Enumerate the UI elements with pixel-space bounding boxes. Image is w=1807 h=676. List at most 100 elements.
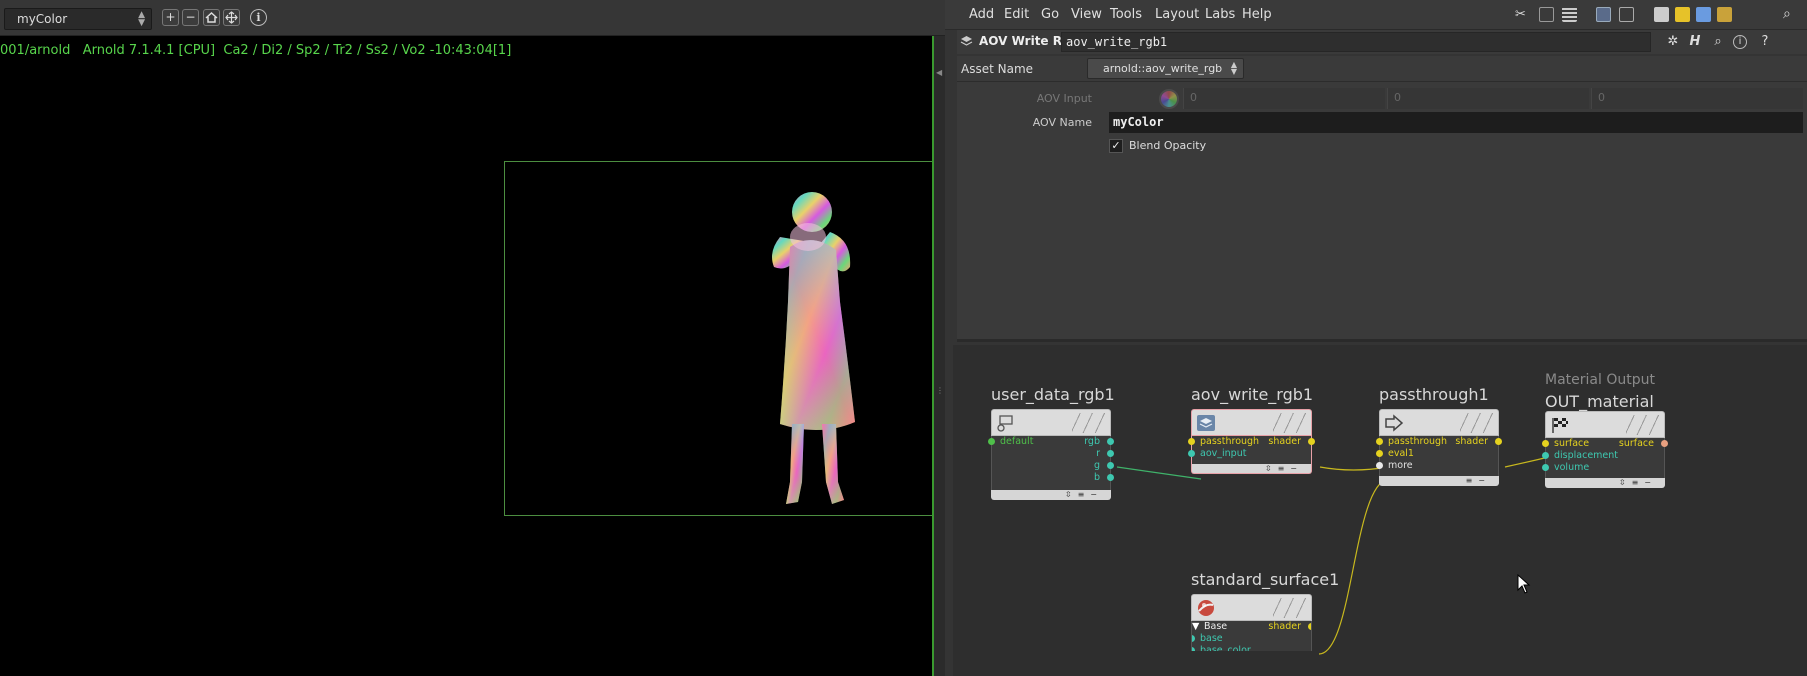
port-dot[interactable] <box>1107 462 1114 469</box>
list-view-icon[interactable] <box>1562 7 1577 22</box>
node-body: passthrough aov_input shader <box>1188 436 1315 464</box>
zoom-out-icon[interactable]: − <box>182 9 199 26</box>
input-port-volume: volume <box>1554 462 1590 473</box>
tree-view-icon[interactable] <box>1539 7 1554 22</box>
input-port-base-color: base_color <box>1200 645 1251 651</box>
aov-name-field[interactable]: myColor <box>1109 112 1803 133</box>
node-header-bar <box>1191 409 1312 436</box>
port-dot[interactable] <box>1376 438 1383 445</box>
input-port-aov-input: aov_input <box>1200 448 1247 459</box>
aov-name-label: AOV Name <box>1032 116 1092 129</box>
wrench-icon[interactable]: ✂ <box>1515 7 1530 22</box>
rendered-character-image <box>772 192 855 504</box>
node-footer: ⇳≡− <box>1191 464 1312 474</box>
blend-opacity-label: Blend Opacity <box>1129 139 1207 152</box>
detail-view-icon[interactable] <box>1619 7 1634 22</box>
render-viewer: myColor ▲ ▼ + − i 001/arnold Arnold 7.1.4… <box>0 0 945 676</box>
node-body: passthrough eval1 more shader <box>1376 436 1502 476</box>
port-dot[interactable] <box>1376 462 1383 469</box>
splitter-grip-icon[interactable]: ⋮ <box>936 386 944 395</box>
node-body: ▼ Base base base_color shader <box>1191 621 1312 651</box>
output-port-shader: shader <box>1455 436 1488 447</box>
port-dot[interactable] <box>1107 474 1114 481</box>
wire-rgb-to-aov-input <box>1116 466 1202 480</box>
port-dot[interactable] <box>1495 438 1502 445</box>
port-dot[interactable] <box>1376 450 1383 457</box>
port-dot[interactable] <box>1661 440 1668 447</box>
help-h-icon[interactable]: H <box>1687 34 1703 50</box>
parameter-panel: AOV Input 0 0 0 AOV Name myColor ✓ Blend… <box>957 82 1807 342</box>
menu-view[interactable]: View <box>1071 7 1102 22</box>
color-wheel-icon[interactable] <box>1159 89 1179 109</box>
sticky-note-icon[interactable] <box>1675 7 1690 22</box>
port-dot[interactable] <box>1542 440 1549 447</box>
info-icon[interactable]: i <box>250 9 267 26</box>
port-dot[interactable] <box>1542 464 1549 471</box>
node-title: standard_surface1 <box>1191 570 1340 589</box>
port-dot[interactable] <box>1192 635 1195 642</box>
menu-edit[interactable]: Edit <box>1004 7 1029 22</box>
aov-input-r-field[interactable]: 0 <box>1183 88 1385 109</box>
aov-input-b-field[interactable]: 0 <box>1591 88 1803 109</box>
menu-tools[interactable]: Tools <box>1110 7 1142 22</box>
gear-icon[interactable]: ✲ <box>1665 34 1681 50</box>
port-dot[interactable] <box>1107 450 1114 457</box>
input-port-passthrough: passthrough <box>1388 436 1448 447</box>
menu-labs[interactable]: Labs <box>1205 7 1235 22</box>
parameter-folder-base-toggle[interactable]: ▼ <box>1192 621 1199 633</box>
question-icon[interactable]: ? <box>1757 34 1773 50</box>
zoom-in-icon[interactable]: + <box>162 9 179 26</box>
node-header: AOV Write RGB aov_write_rgb1 ✲ H ⌕ i ? <box>957 30 1807 54</box>
input-port-surface: surface <box>1554 438 1590 449</box>
port-dot[interactable] <box>988 438 995 445</box>
network-box-icon[interactable] <box>1654 7 1669 22</box>
port-dot[interactable] <box>1192 647 1195 651</box>
node-type-subtitle: Material Output <box>1545 372 1655 388</box>
port-dot[interactable] <box>1542 452 1549 459</box>
aov-select[interactable]: myColor ▲ ▼ <box>4 8 152 30</box>
node-header-bar <box>991 409 1111 436</box>
shader-ball-icon <box>1198 600 1214 616</box>
node-title: passthrough1 <box>1379 385 1489 404</box>
node-name-field[interactable]: aov_write_rgb1 <box>1061 32 1651 52</box>
node-title: aov_write_rgb1 <box>1191 385 1314 404</box>
output-port-rgb: rgb <box>1084 436 1100 447</box>
collapse-arrow-icon[interactable]: ◀ <box>936 68 944 77</box>
asset-name-row: Asset Name arnold::aov_write_rgb ▲ ▼ <box>957 56 1807 82</box>
node-header-bar <box>1379 409 1499 436</box>
menu-go[interactable]: Go <box>1041 7 1059 22</box>
port-dot[interactable] <box>1188 438 1195 445</box>
port-dot[interactable] <box>1308 438 1315 445</box>
node-flags <box>1626 415 1660 435</box>
image-icon[interactable] <box>1696 7 1711 22</box>
aov-node-icon <box>1197 415 1215 431</box>
aov-input-g-field[interactable]: 0 <box>1387 88 1589 109</box>
magnifier-icon[interactable]: ⌕ <box>1710 34 1726 50</box>
frame-all-icon[interactable] <box>223 9 240 26</box>
menu-add[interactable]: Add <box>969 7 994 22</box>
home-icon[interactable] <box>203 9 220 26</box>
menu-layout[interactable]: Layout <box>1155 7 1199 22</box>
node-footer: ≡− <box>1379 476 1499 486</box>
output-port-surface: surface <box>1618 438 1654 449</box>
search-icon[interactable]: ⌕ <box>1783 7 1798 22</box>
grid-view-icon[interactable] <box>1596 7 1611 22</box>
palette-icon[interactable] <box>1717 7 1732 22</box>
network-editor[interactable]: user_data_rgb1 default rgb r g b ⇳≡− aov… <box>953 345 1807 676</box>
port-dot[interactable] <box>1308 623 1311 630</box>
pane-divider[interactable]: ◀ ⋮ <box>932 36 945 676</box>
houdini-window: myColor ▲ ▼ + − i 001/arnold Arnold 7.1.4… <box>0 0 1807 676</box>
asset-name-select[interactable]: arnold::aov_write_rgb ▲ ▼ <box>1087 58 1244 79</box>
passthrough-arrow-icon <box>1385 414 1404 432</box>
blend-opacity-checkbox[interactable]: ✓ <box>1109 139 1123 153</box>
user-data-icon <box>997 415 1013 432</box>
info-icon[interactable]: i <box>1733 35 1747 49</box>
menu-help[interactable]: Help <box>1242 7 1272 22</box>
node-body: surface displacement volume surface <box>1542 438 1668 478</box>
asset-name-label: Asset Name <box>961 62 1034 76</box>
node-footer: ⇳≡− <box>991 490 1111 500</box>
port-dot[interactable] <box>1107 438 1114 445</box>
aov-input-label: AOV Input <box>1036 92 1092 105</box>
node-footer: ⇳≡− <box>1545 478 1665 488</box>
port-dot[interactable] <box>1188 450 1195 457</box>
